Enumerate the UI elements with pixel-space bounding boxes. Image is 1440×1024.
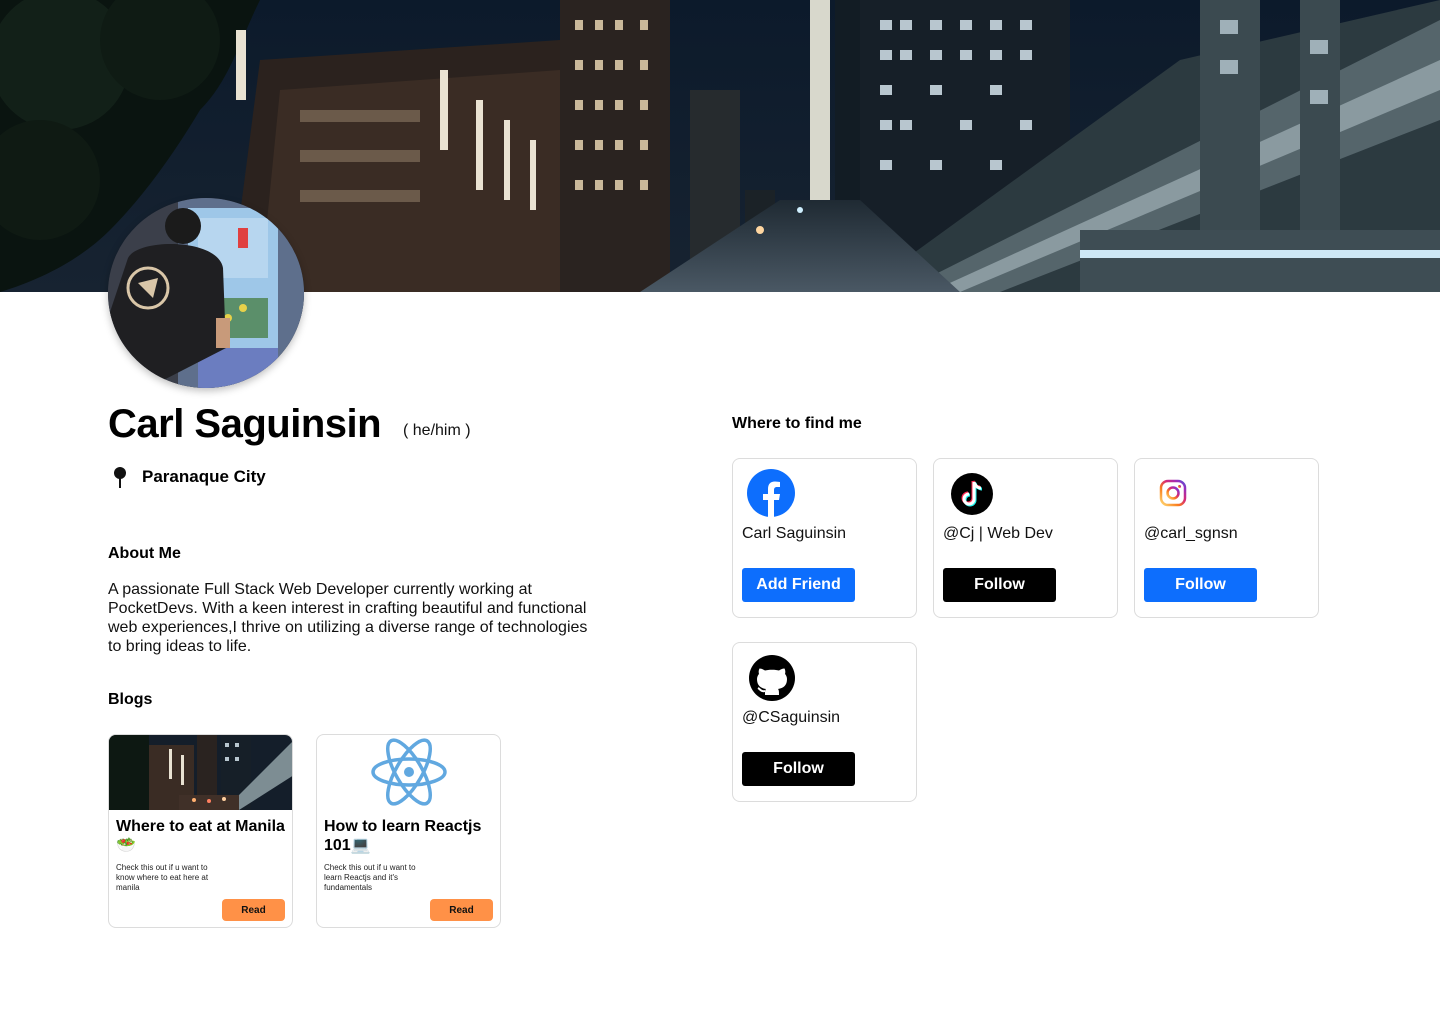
profile-location: Paranaque City [112,466,266,488]
blog-card-manila[interactable]: Where to eat at Manila🥗 Check this out i… [108,734,293,928]
social-handle: @carl_sgnsn [1144,525,1238,542]
blog-title: Where to eat at Manila🥗 [116,818,285,854]
blog-description: Check this out if u want to learn Reactj… [324,863,416,892]
blog-card-reactjs[interactable]: How to learn Reactjs 101💻 Check this out… [316,734,501,928]
profile-pronouns: ( he/him ) [403,422,471,439]
github-icon [749,655,795,701]
about-heading: About Me [108,545,181,562]
react-logo-icon [317,735,500,810]
blogs-heading: Blogs [108,691,153,708]
blog-thumbnail-city [109,735,292,810]
social-card-github: @CSaguinsin Follow [732,642,917,802]
add-friend-button[interactable]: Add Friend [742,568,855,602]
follow-button-github[interactable]: Follow [742,752,855,786]
about-text: A passionate Full Stack Web Developer cu… [108,581,588,655]
blog-description: Check this out if u want to know where t… [116,863,209,892]
profile-name: Carl Saguinsin [108,402,382,446]
social-handle: Carl Saguinsin [742,525,847,542]
social-card-instagram: @carl_sgnsn Follow [1134,458,1319,618]
tiktok-icon [951,473,993,515]
social-card-tiktok: @Cj | Web Dev Follow [933,458,1118,618]
social-handle: @CSaguinsin [742,709,841,726]
social-handle: @Cj | Web Dev [943,525,1053,542]
facebook-icon [747,469,795,517]
location-pin-icon [114,467,126,488]
follow-button-tiktok[interactable]: Follow [943,568,1056,602]
profile-avatar [108,198,304,388]
social-card-facebook: Carl Saguinsin Add Friend [732,458,917,618]
blog-read-button[interactable]: Read [430,899,493,921]
follow-button-instagram[interactable]: Follow [1144,568,1257,602]
instagram-icon [1159,479,1187,507]
blog-read-button[interactable]: Read [222,899,285,921]
location-text: Paranaque City [142,467,266,486]
socials-heading: Where to find me [732,415,862,432]
blog-title: How to learn Reactjs 101💻 [324,818,482,854]
